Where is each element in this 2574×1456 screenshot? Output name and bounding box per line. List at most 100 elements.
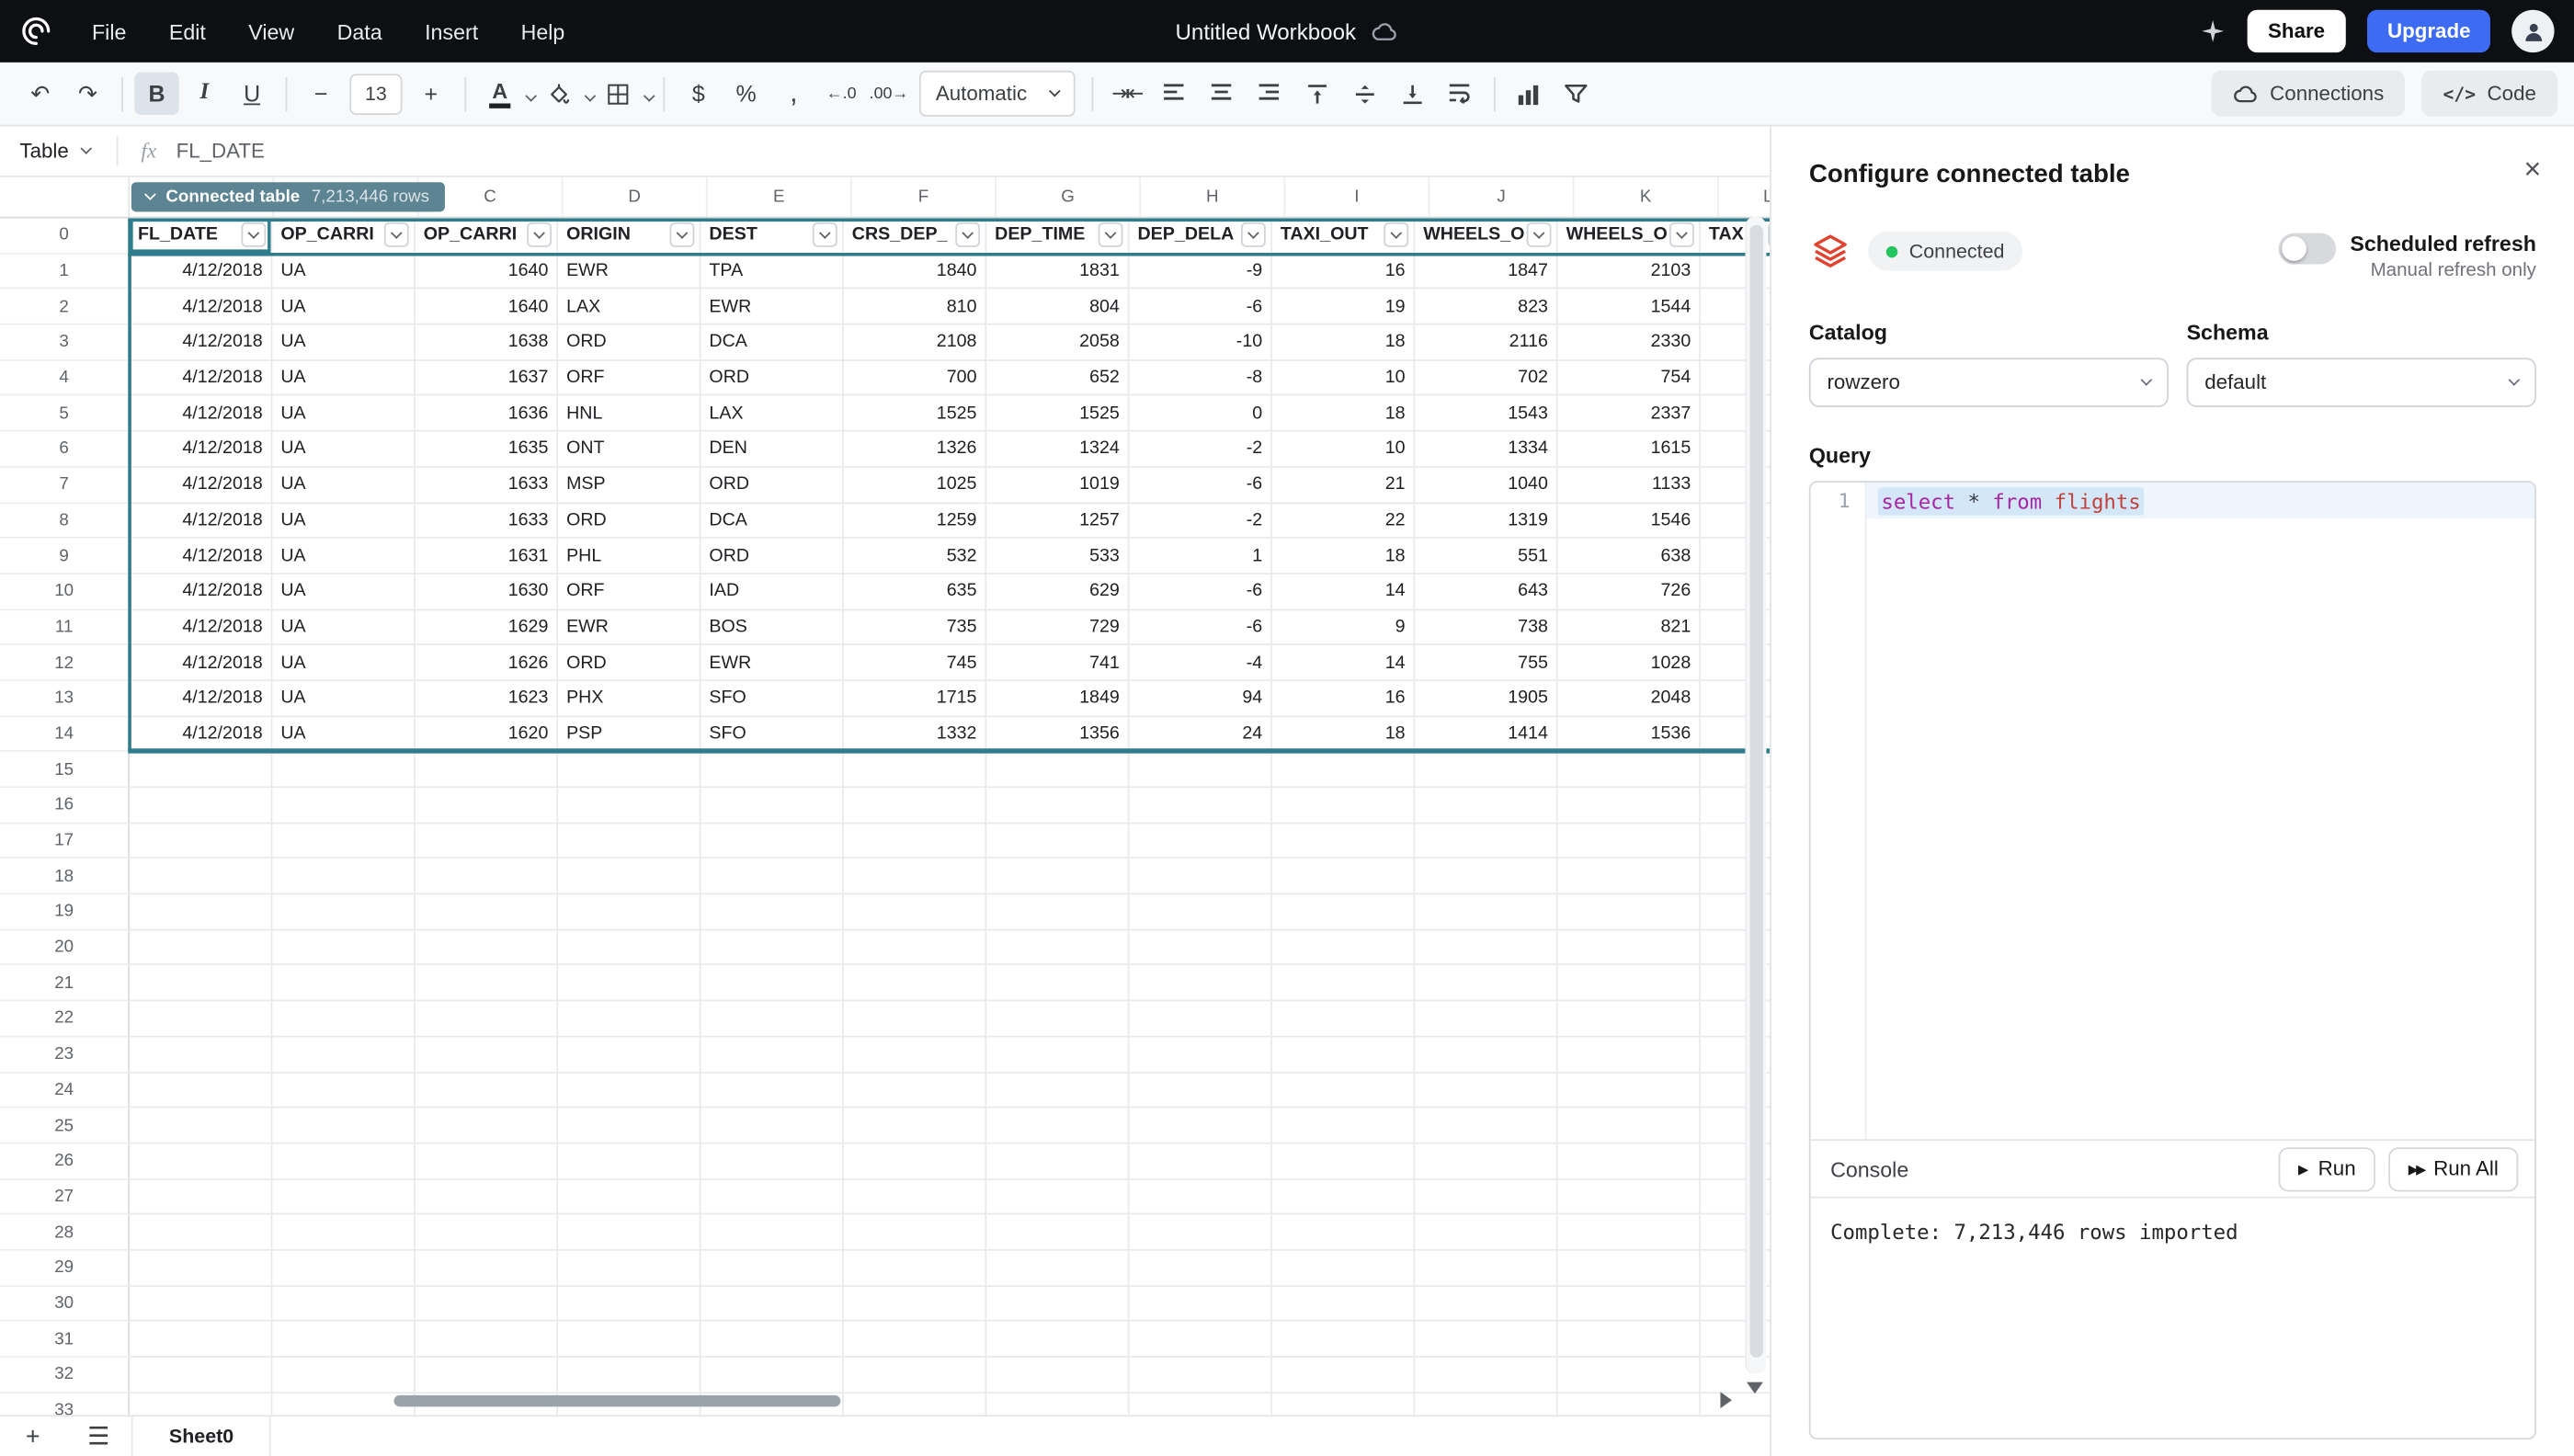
cell[interactable]: 2058 [986,325,1129,361]
cell[interactable]: SFO [701,681,844,717]
cell[interactable]: 4/12/2018 [130,503,272,539]
cell[interactable] [1558,1215,1701,1251]
column-header-WHEELS_O[interactable]: WHEELS_O [1558,219,1701,255]
cell[interactable] [1415,894,1557,930]
cell[interactable]: MSP [558,468,700,504]
filter-button[interactable] [1554,73,1598,115]
sheet-list-menu-icon[interactable]: ☰ [65,1416,131,1456]
cell[interactable] [1130,894,1272,930]
theme-toggle-icon[interactable] [2199,18,2226,45]
column-letter-H[interactable]: H [1141,177,1285,217]
cell[interactable] [416,1179,558,1215]
undo-button[interactable]: ↶ [18,73,63,115]
cell[interactable]: 1849 [986,681,1129,717]
cell[interactable] [272,966,415,1002]
cell[interactable] [1272,1358,1415,1393]
column-header-OP_CARRI[interactable]: OP_CARRI [416,219,558,255]
row-header-7[interactable]: 7 [0,468,130,504]
cell[interactable]: ONT [558,432,700,468]
row-header-16[interactable]: 16 [0,788,130,824]
valign-top-button[interactable] [1294,73,1338,115]
cell[interactable] [844,1002,986,1038]
row-header-17[interactable]: 17 [0,824,130,859]
cell[interactable]: 1905 [1415,681,1557,717]
column-header-CRS_DEP_[interactable]: CRS_DEP_ [844,219,986,255]
cell[interactable]: 4/12/2018 [130,681,272,717]
cell[interactable]: 1536 [1558,717,1701,753]
cell[interactable] [986,966,1129,1002]
cell[interactable]: 18 [1272,396,1415,432]
column-header-DEST[interactable]: DEST [701,219,844,255]
cell[interactable] [1272,824,1415,859]
cell[interactable] [416,1143,558,1179]
cell[interactable] [1415,1179,1557,1215]
cell[interactable]: 16 [1272,681,1415,717]
text-color-button[interactable]: A [478,73,522,115]
cell[interactable] [1130,1179,1272,1215]
cell[interactable] [272,859,415,895]
currency-format-button[interactable]: $ [677,73,721,115]
cell[interactable]: UA [272,681,415,717]
cell[interactable]: 4/12/2018 [130,610,272,646]
cell[interactable] [986,1215,1129,1251]
cell[interactable] [701,788,844,824]
align-left-button[interactable] [1152,73,1196,115]
column-letter-L[interactable]: L [1719,177,1770,217]
cell[interactable]: -10 [1130,325,1272,361]
cell[interactable] [416,930,558,966]
row-header-22[interactable]: 22 [0,1002,130,1038]
cell[interactable]: 643 [1415,574,1557,610]
catalog-select[interactable]: rowzero [1809,358,2169,407]
spreadsheet-grid[interactable]: ABCDEFGHIJKLConnected table7,213,446 row… [0,177,1770,1415]
cell[interactable] [1272,752,1415,788]
cell[interactable]: 735 [844,610,986,646]
cell[interactable] [986,752,1129,788]
menu-file[interactable]: File [92,19,126,44]
cell[interactable] [1558,1037,1701,1073]
row-header-15[interactable]: 15 [0,752,130,788]
cell[interactable]: 1546 [1558,503,1701,539]
cell[interactable]: 1259 [844,503,986,539]
cell[interactable]: ORD [558,503,700,539]
cell[interactable] [701,859,844,895]
cell[interactable]: 1831 [986,254,1129,290]
increase-font-button[interactable]: + [409,73,453,115]
run-button[interactable]: ▶Run [2279,1146,2376,1190]
cell[interactable]: TPA [701,254,844,290]
cell[interactable]: PHX [558,681,700,717]
cell[interactable]: 10 [1272,360,1415,396]
cell[interactable] [1415,1286,1557,1322]
row-header-2[interactable]: 2 [0,290,130,325]
cell[interactable] [986,1251,1129,1287]
fill-color-button[interactable] [537,73,581,115]
row-header-32[interactable]: 32 [0,1358,130,1393]
cell[interactable] [986,788,1129,824]
cell[interactable] [986,1143,1129,1179]
cell[interactable] [986,1286,1129,1322]
cell[interactable] [130,1037,272,1073]
cell[interactable]: 4/12/2018 [130,254,272,290]
cell[interactable]: EWR [558,610,700,646]
cell[interactable] [1415,1215,1557,1251]
cell[interactable]: 1133 [1558,468,1701,504]
cell[interactable]: 729 [986,610,1129,646]
cell[interactable]: 2048 [1558,681,1701,717]
vertical-scrollbar-thumb[interactable] [1750,225,1763,1358]
cell[interactable] [416,966,558,1002]
horizontal-scrollbar-thumb[interactable] [394,1395,841,1407]
cell[interactable]: 1543 [1415,396,1557,432]
cell[interactable]: SFO [701,717,844,753]
vertical-scrollbar[interactable] [1745,217,1766,1374]
cell[interactable] [272,1109,415,1144]
cell[interactable] [416,894,558,930]
cell[interactable] [1558,824,1701,859]
cell[interactable]: EWR [701,645,844,681]
cell[interactable]: 532 [844,539,986,574]
row-header-0[interactable]: 0 [0,219,130,255]
cell[interactable] [1558,1073,1701,1109]
cell[interactable] [1415,1143,1557,1179]
cell[interactable]: 1631 [416,539,558,574]
cell[interactable] [1130,1251,1272,1287]
cell[interactable]: 741 [986,645,1129,681]
align-right-button[interactable] [1247,73,1291,115]
